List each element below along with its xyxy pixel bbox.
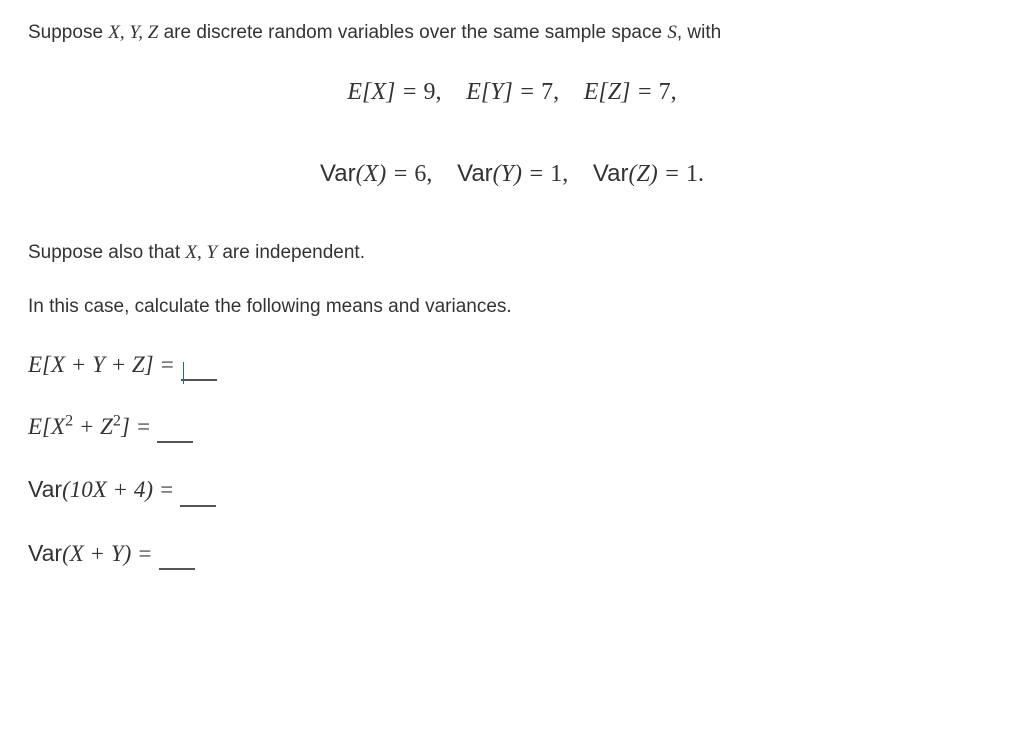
v3-lhs: (Z) =	[628, 161, 686, 187]
v1-val: 6	[414, 161, 426, 187]
v3-label: Var	[593, 160, 629, 187]
q2-row: E[X2 + Z2] =	[28, 411, 996, 443]
e3-val: 7	[659, 79, 671, 105]
intro-space: S	[667, 22, 677, 43]
cond-prefix: Suppose also that	[28, 242, 185, 263]
v2-label: Var	[457, 160, 493, 187]
q4-var: Var	[28, 540, 62, 566]
v3-val: 1	[686, 161, 698, 187]
q1-row: E[X + Y + Z] =	[28, 349, 996, 381]
e1-sep: ,	[436, 79, 442, 105]
text-cursor-icon	[183, 362, 184, 384]
q2-post: ] =	[121, 414, 151, 439]
intro-prefix: Suppose	[28, 22, 108, 43]
v2-lhs: (Y) =	[493, 161, 551, 187]
condition-paragraph: Suppose also that X, Y are independent.	[28, 240, 996, 267]
q3-lhs: Var(10X + 4) =	[28, 473, 174, 506]
v2-sep: ,	[562, 161, 568, 187]
q1-lhs: E[X + Y + Z] =	[28, 349, 175, 381]
e2-sep: ,	[553, 79, 559, 105]
cond-vars: X, Y	[185, 242, 217, 263]
q4-lhs: Var(X + Y) =	[28, 537, 153, 570]
task-paragraph: In this case, calculate the following me…	[28, 294, 996, 321]
q1-input[interactable]	[181, 357, 217, 381]
q3-row: Var(10X + 4) =	[28, 473, 996, 506]
q2-pre: E[X	[28, 414, 65, 439]
variance-line: Var(X) = 6, Var(Y) = 1, Var(Z) = 1.	[28, 157, 996, 192]
q3-input[interactable]	[180, 483, 216, 507]
answer-list: E[X + Y + Z] = E[X2 + Z2] = Var(10X + 4)…	[28, 349, 996, 570]
v1-sep: ,	[426, 161, 432, 187]
e1-lhs: E[X] =	[347, 79, 423, 105]
intro-paragraph: Suppose X, Y, Z are discrete random vari…	[28, 20, 996, 47]
v3-final: .	[698, 161, 704, 187]
e1-val: 9	[424, 79, 436, 105]
expectation-line: E[X] = 9, E[Y] = 7, E[Z] = 7,	[28, 75, 996, 110]
intro-suffix: , with	[677, 22, 721, 43]
q4-body: (X + Y) =	[62, 541, 152, 566]
e3-lhs: E[Z] =	[584, 79, 659, 105]
e2-val: 7	[541, 79, 553, 105]
q4-input[interactable]	[159, 546, 195, 570]
intro-vars: X, Y, Z	[108, 22, 158, 43]
q2-input[interactable]	[157, 419, 193, 443]
q2-mid: + Z	[73, 414, 113, 439]
q4-row: Var(X + Y) =	[28, 537, 996, 570]
intro-mid: are discrete random variables over the s…	[158, 22, 667, 43]
v1-lhs: (X) =	[356, 161, 415, 187]
cond-suffix: are independent.	[217, 242, 365, 263]
e3-final: ,	[671, 79, 677, 105]
q3-body: (10X + 4) =	[62, 477, 174, 502]
q2-exp1: 2	[65, 413, 73, 430]
q2-exp2: 2	[113, 413, 121, 430]
v2-val: 1	[550, 161, 562, 187]
q3-var: Var	[28, 476, 62, 502]
e2-lhs: E[Y] =	[466, 79, 541, 105]
v1-label: Var	[320, 160, 356, 187]
q2-lhs: E[X2 + Z2] =	[28, 411, 151, 443]
